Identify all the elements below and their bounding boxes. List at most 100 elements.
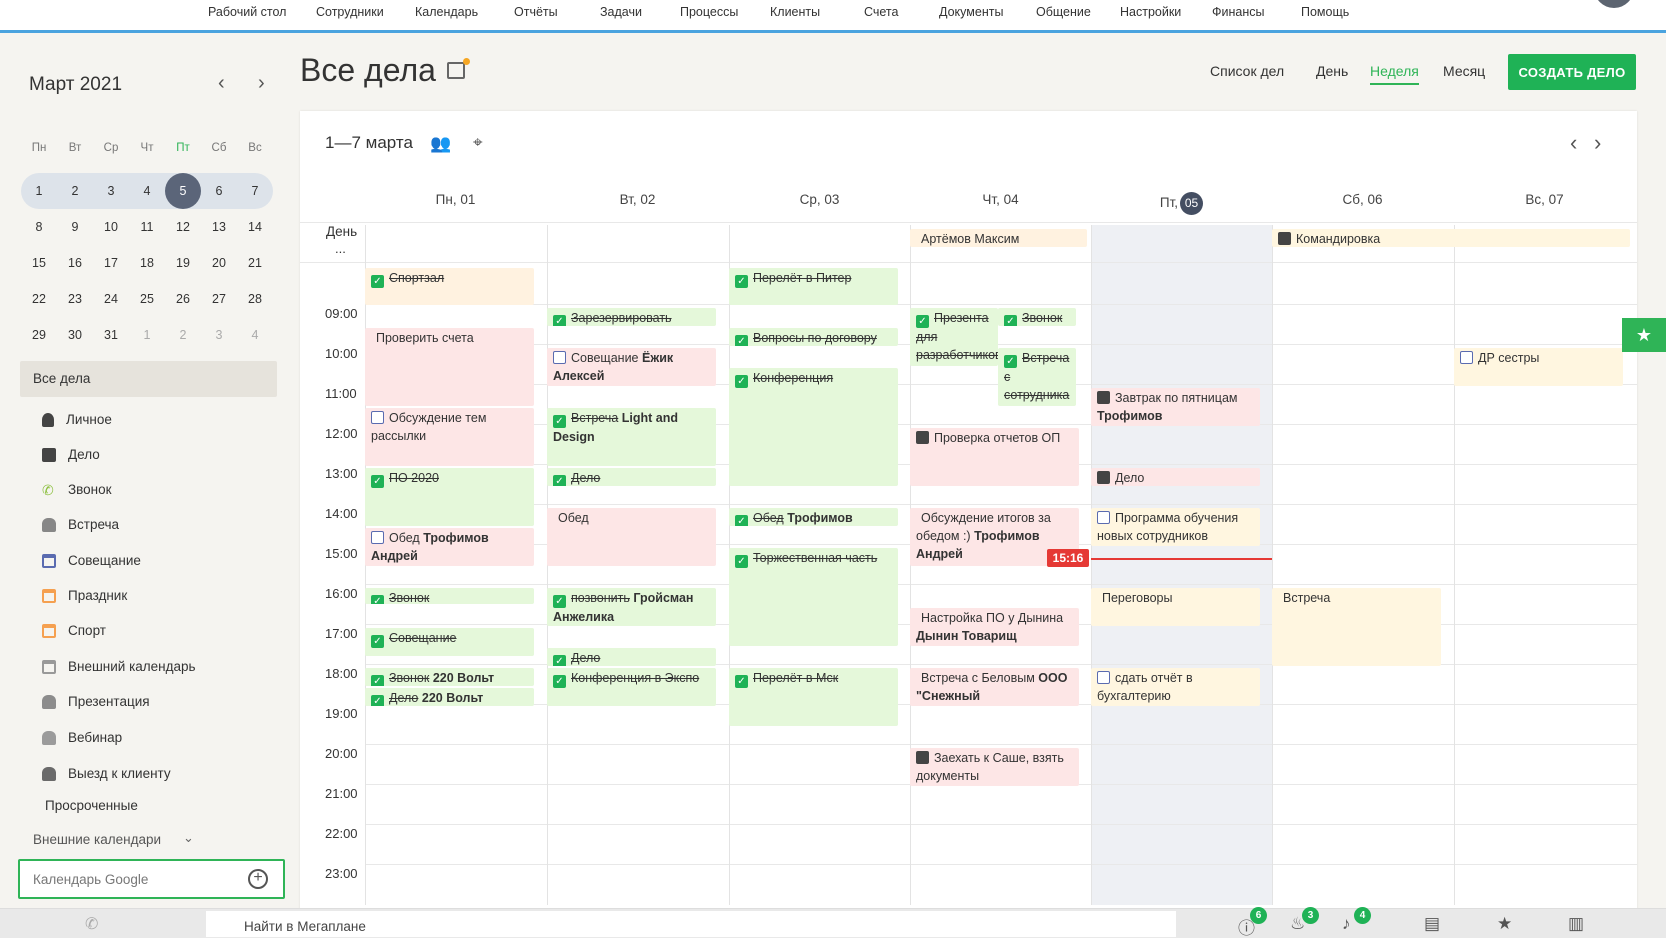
- calendar-event[interactable]: Проверка отчетов ОП: [910, 428, 1079, 486]
- bell-icon[interactable]: ♪ 4: [1342, 907, 1371, 934]
- calendar-event[interactable]: Дело: [1091, 468, 1260, 486]
- phone-icon[interactable]: ✆: [85, 914, 98, 934]
- minical-day[interactable]: 24: [93, 281, 129, 317]
- minical-day[interactable]: 5: [165, 173, 201, 209]
- nav-reports[interactable]: Отчёты: [514, 5, 558, 19]
- nav-settings[interactable]: Настройки: [1120, 5, 1181, 19]
- calendar-event[interactable]: Обсуждение тем рассылки: [365, 408, 534, 466]
- minical-day[interactable]: 16: [57, 245, 93, 281]
- category-item[interactable]: Личное: [42, 412, 112, 427]
- allday-event[interactable]: Командировка: [1272, 229, 1630, 247]
- chat-icon[interactable]: ▤: [1424, 914, 1440, 934]
- calendar-event[interactable]: ✓ Конференция: [729, 368, 898, 486]
- favorites-star-icon[interactable]: ★: [1622, 318, 1666, 352]
- nav-tasks[interactable]: Задачи: [600, 5, 642, 19]
- star-icon[interactable]: ★: [1497, 914, 1512, 934]
- category-item[interactable]: Совещание: [42, 553, 141, 568]
- nav-finance[interactable]: Финансы: [1212, 5, 1264, 19]
- location-pin-icon[interactable]: ⌖: [473, 133, 483, 153]
- minical-day[interactable]: 25: [129, 281, 165, 317]
- nav-desktop[interactable]: Рабочий стол: [208, 5, 286, 19]
- category-item[interactable]: Презентация: [42, 694, 150, 709]
- create-task-button[interactable]: СОЗДАТЬ ДЕЛО: [1508, 54, 1636, 90]
- day-header[interactable]: Пн, 01: [365, 192, 546, 207]
- minical-day[interactable]: 22: [21, 281, 57, 317]
- minical-day[interactable]: 17: [93, 245, 129, 281]
- minical-day[interactable]: 21: [237, 245, 273, 281]
- calendar-event[interactable]: ✓ Вопросы по договору: [729, 328, 898, 346]
- minical-day[interactable]: 15: [21, 245, 57, 281]
- category-item[interactable]: Встреча: [42, 517, 119, 532]
- nav-calendar[interactable]: Календарь: [415, 5, 478, 19]
- category-item[interactable]: Дело: [42, 447, 100, 462]
- minical-day[interactable]: 2: [57, 173, 93, 209]
- minical-day[interactable]: 3: [93, 173, 129, 209]
- nav-invoices[interactable]: Счета: [864, 5, 898, 19]
- calendar-event[interactable]: ✓ Торжественная часть: [729, 548, 898, 646]
- day-header[interactable]: Чт, 04: [910, 192, 1091, 207]
- calendar-event[interactable]: ✓ ПО 2020: [365, 468, 534, 526]
- task-list-icon[interactable]: [447, 62, 465, 79]
- minical-day[interactable]: 18: [129, 245, 165, 281]
- minical-day[interactable]: 12: [165, 209, 201, 245]
- minical-day[interactable]: 3: [201, 317, 237, 353]
- minical-day[interactable]: 1: [129, 317, 165, 353]
- minical-day[interactable]: 29: [21, 317, 57, 353]
- calendar-event[interactable]: Проверить счета: [365, 328, 534, 406]
- week-next-button[interactable]: ›: [1594, 130, 1601, 156]
- minical-day[interactable]: 14: [237, 209, 273, 245]
- calendar-event[interactable]: Переговоры: [1091, 588, 1260, 626]
- alert-icon[interactable]: ⓘ 6: [1238, 907, 1267, 938]
- calendar-event[interactable]: ✓ Встреча Light and Design: [547, 408, 716, 466]
- minical-next-button[interactable]: ›: [258, 72, 265, 95]
- minical-day[interactable]: 27: [201, 281, 237, 317]
- nav-help[interactable]: Помощь: [1301, 5, 1349, 19]
- allday-more[interactable]: ...: [335, 241, 346, 256]
- calendar-event[interactable]: ✓Обед Трофимов Андрей: [729, 508, 898, 526]
- nav-documents[interactable]: Документы: [939, 5, 1003, 19]
- fire-icon[interactable]: ♨ 3: [1290, 907, 1319, 934]
- tab-month[interactable]: Месяц: [1443, 63, 1485, 79]
- minical-day[interactable]: 9: [57, 209, 93, 245]
- calendar-event[interactable]: ✓ Дело 220 Вольт: [365, 688, 534, 706]
- nav-employees[interactable]: Сотрудники: [316, 5, 384, 19]
- day-header[interactable]: Пт, 05: [1091, 192, 1272, 215]
- minical-day[interactable]: 11: [129, 209, 165, 245]
- minical-day[interactable]: 6: [201, 173, 237, 209]
- nav-processes[interactable]: Процессы: [680, 5, 738, 19]
- calendar-event[interactable]: Обед: [547, 508, 716, 566]
- calendar-event[interactable]: ✓ Презента для разработчиков: [910, 308, 998, 366]
- tab-week[interactable]: Неделя: [1370, 63, 1419, 85]
- calendar-event[interactable]: Завтрак по пятницам Трофимов: [1091, 388, 1260, 426]
- calendar-event[interactable]: Заехать к Саше, взять документы: [910, 748, 1079, 786]
- nav-clients[interactable]: Клиенты: [770, 5, 820, 19]
- tab-day[interactable]: День: [1316, 63, 1348, 79]
- minical-day[interactable]: 20: [201, 245, 237, 281]
- calendar-event[interactable]: ✓ Перелёт в Питер: [729, 268, 898, 305]
- chevron-down-icon[interactable]: ⌄: [183, 830, 194, 846]
- minical-day[interactable]: 19: [165, 245, 201, 281]
- minical-day[interactable]: 26: [165, 281, 201, 317]
- minical-day[interactable]: 10: [93, 209, 129, 245]
- people-filter-icon[interactable]: 👥: [430, 134, 451, 154]
- calendar-event[interactable]: ✓ Перелёт в Мск: [729, 668, 898, 726]
- minical-prev-button[interactable]: ‹: [218, 72, 225, 95]
- calendar-event[interactable]: ✓ Встреча с сотрудника: [998, 348, 1076, 406]
- add-calendar-icon[interactable]: +: [248, 869, 268, 889]
- calendar-event[interactable]: ✓ Совещание: [365, 628, 534, 656]
- week-prev-button[interactable]: ‹: [1570, 130, 1577, 156]
- calendar-event[interactable]: сдать отчёт в бухгалтерию: [1091, 668, 1260, 706]
- filter-overdue[interactable]: Просроченные: [45, 798, 138, 813]
- minical-day[interactable]: 13: [201, 209, 237, 245]
- category-item[interactable]: Праздник: [42, 588, 127, 603]
- minical-day[interactable]: 4: [129, 173, 165, 209]
- nav-communication[interactable]: Общение: [1036, 5, 1091, 19]
- calendar-event[interactable]: ✓ Звонок 220 Вольт: [365, 668, 534, 686]
- day-header[interactable]: Вс, 07: [1454, 192, 1635, 207]
- minical-day[interactable]: 30: [57, 317, 93, 353]
- category-item[interactable]: Выезд к клиенту: [42, 766, 171, 781]
- calendar-event[interactable]: Совещание Ёжик Алексей: [547, 348, 716, 386]
- minical-day[interactable]: 28: [237, 281, 273, 317]
- minical-day[interactable]: 31: [93, 317, 129, 353]
- global-search-input[interactable]: [206, 911, 1176, 937]
